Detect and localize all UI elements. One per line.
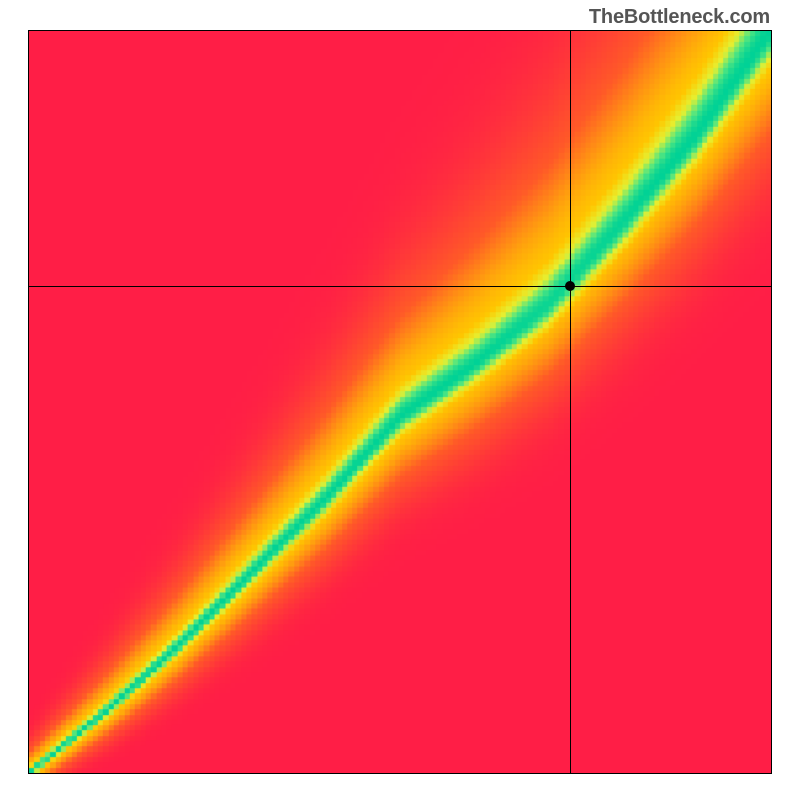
- plot-area: [28, 30, 772, 774]
- figure: TheBottleneck.com: [0, 0, 800, 800]
- marker-dot: [565, 281, 575, 291]
- crosshair-vertical: [570, 31, 571, 773]
- crosshair-horizontal: [29, 286, 771, 287]
- watermark-label: TheBottleneck.com: [589, 6, 770, 29]
- heatmap-canvas: [29, 31, 771, 773]
